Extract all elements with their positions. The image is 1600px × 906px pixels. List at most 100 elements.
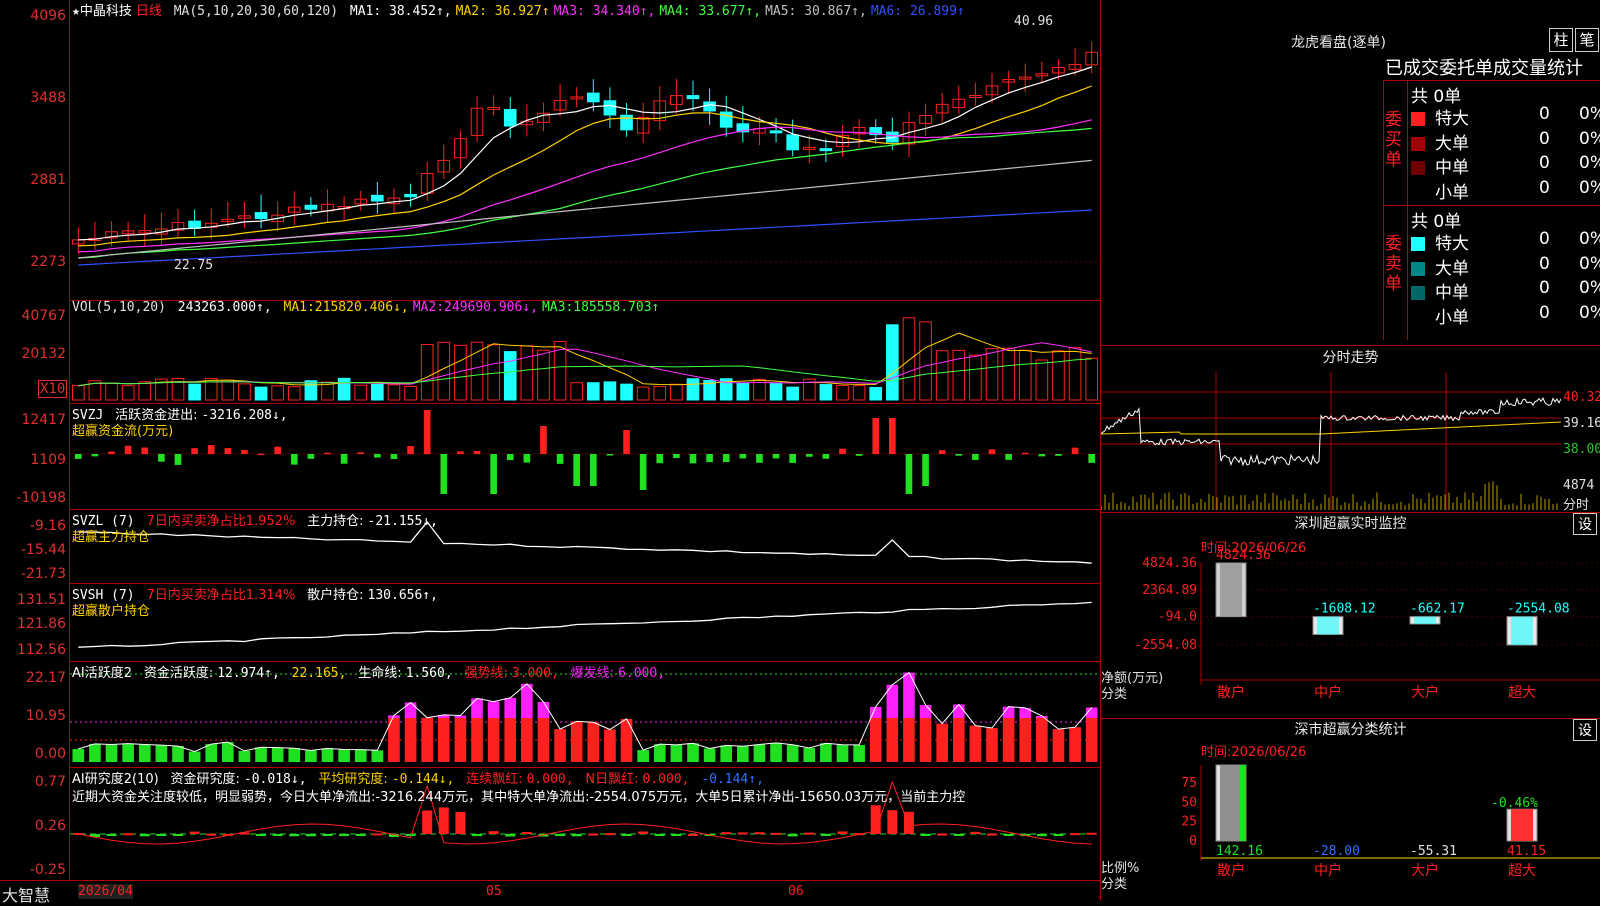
flow-bar (823, 454, 830, 459)
candle-body (787, 135, 799, 150)
activity-bar (288, 748, 300, 762)
order-row: 大单00% (1411, 129, 1596, 154)
activity-bar (704, 748, 716, 762)
candle-body (405, 194, 417, 196)
volume-bar (887, 325, 899, 400)
flow-bar (191, 448, 198, 454)
research-bar (954, 834, 964, 836)
intraday-chart[interactable] (1101, 372, 1561, 510)
activity-bar-high (521, 684, 533, 718)
research-bar (306, 834, 316, 836)
activity-bar (488, 718, 500, 762)
order-row: 大单00% (1411, 254, 1596, 279)
tick-view-button[interactable]: 笔 (1575, 28, 1599, 52)
flow-bar (374, 454, 381, 458)
flow-bar (972, 454, 979, 460)
classify-chart[interactable]: 7550250-0.46%142.16散户-28.00中户-55.31大户41.… (1101, 755, 1600, 899)
flow-bar (1039, 454, 1046, 456)
research-bar (107, 834, 117, 836)
activity-bar (803, 748, 815, 762)
order-row-count: 0 (1539, 153, 1550, 173)
volume-bar (538, 350, 550, 400)
activity-bar (887, 718, 899, 762)
monitor-chart[interactable]: 4824.362364.89-94.0-2554.084824.36散户-160… (1101, 549, 1600, 717)
flow-bar (673, 454, 680, 458)
svsh-panel[interactable]: SVSH (7) 7日内买卖净占比1.314% 散户持仓:130.656↑, 超… (70, 584, 1100, 662)
flow-bar (357, 452, 364, 454)
flow-bar (1005, 454, 1012, 460)
monitor-bar-label: 4824.36 (1216, 549, 1271, 563)
flow-bar (557, 454, 564, 464)
research-bar (522, 832, 532, 834)
research-bar (1037, 834, 1047, 836)
activity-bar (671, 745, 683, 762)
classify-category: 超大 (1508, 863, 1536, 879)
flow-bar (839, 449, 846, 454)
volume-bar (687, 379, 699, 400)
activity-bar (637, 750, 649, 762)
order-row-name: 小单 (1435, 183, 1469, 203)
svzj-tick: 1109 (30, 452, 66, 468)
flow-bar (590, 454, 597, 486)
volume-bar (372, 384, 384, 400)
ai-activity-panel[interactable]: AI活跃度2 资金活跃度:12.974↑, 22.165, 生命线:1.560,… (70, 662, 1100, 768)
order-row-name: 中单 (1435, 158, 1469, 178)
activity-bar (322, 748, 334, 762)
activity-bar (737, 746, 749, 762)
classify-tick: 0 (1189, 834, 1197, 849)
svzj-panel[interactable]: SVZJ 活跃资金进出:-3216.208↓, 超赢资金流(万元) (70, 404, 1100, 510)
activity-bar-high (953, 704, 965, 718)
monitor-bar-label: -2554.08 (1507, 602, 1570, 617)
ai-research-panel[interactable]: AI研究度2(10) 资金研究度:-0.018↓, 平均研究度:-0.144↓,… (70, 768, 1100, 880)
flow-bar (258, 454, 265, 456)
period-label[interactable]: 日线 (136, 4, 162, 19)
ai2-tick: -0.25 (30, 862, 66, 878)
volume-bar (820, 385, 832, 400)
monitor-panel[interactable]: 深圳超赢实时监控 设 时间:2026/06/26 4824.362364.89-… (1101, 513, 1600, 718)
bar-view-button[interactable]: 柱 (1549, 28, 1573, 52)
activity-bar (853, 745, 865, 762)
activity-bar (255, 747, 267, 762)
research-bar (804, 833, 814, 835)
activity-bar (222, 742, 234, 762)
stock-name[interactable]: 中晶科技 (80, 4, 132, 19)
activity-bar-high (538, 702, 550, 718)
volume-bar (255, 387, 267, 400)
svzl-panel[interactable]: SVZL (7) 7日内买卖净占比1.952% 主力持仓:-21.155↓, 超… (70, 510, 1100, 584)
ai2-legend: AI研究度2(10) 资金研究度:-0.018↓, 平均研究度:-0.144↓,… (72, 768, 768, 787)
price-tick: 4096 (30, 8, 66, 24)
legend-swatch-icon (1411, 112, 1425, 126)
activity-bar-high (920, 705, 932, 718)
favorite-icon[interactable]: ★ (72, 4, 80, 19)
monitor-tick: 2364.89 (1142, 583, 1197, 598)
monitor-settings-button[interactable]: 设 (1573, 513, 1597, 535)
volume-bar (654, 387, 666, 400)
classify-panel[interactable]: 深市超赢分类统计 设 时间:2026/06/26 7550250-0.46%14… (1101, 719, 1600, 900)
volume-bar (853, 386, 865, 400)
price-panel[interactable]: ★中晶科技日线 MA(5,10,20,30,60,120) MA1: 38.45… (70, 0, 1100, 301)
flow-bar (1072, 448, 1079, 454)
volume-chart[interactable] (70, 300, 1100, 403)
ma-legend: ★中晶科技日线 MA(5,10,20,30,60,120) MA1: 38.45… (72, 0, 973, 19)
retail-position-line (78, 602, 1091, 647)
ma-legend-item: MA4: 33.677↑, (659, 4, 761, 19)
classify-category: 中户 (1314, 862, 1342, 879)
ai1-desc: 资金活跃度: (144, 666, 213, 681)
activity-bar (1053, 729, 1065, 762)
research-bar (987, 834, 997, 836)
flow-bar (324, 453, 331, 455)
classify-bar-label: -55.31 (1410, 844, 1457, 859)
volume-bar (787, 387, 799, 400)
research-bar (372, 833, 382, 835)
classify-settings-button[interactable]: 设 (1573, 719, 1597, 741)
monitor-category: 超大 (1508, 685, 1536, 701)
intraday-panel[interactable]: 分时走势 40.32 39.16 38.00 4874 分时 (1101, 346, 1600, 512)
candle-body (687, 96, 699, 99)
volume-panel[interactable]: VOL(5,10,20) 243263.000↑, MA1:215820.406… (70, 300, 1100, 404)
volume-bar (239, 384, 251, 400)
activity-bar (455, 718, 467, 762)
research-bar (356, 834, 366, 836)
activity-bar (305, 751, 317, 762)
ai1-v2: 22.165, (292, 666, 347, 681)
candlestick-chart[interactable] (70, 0, 1100, 300)
